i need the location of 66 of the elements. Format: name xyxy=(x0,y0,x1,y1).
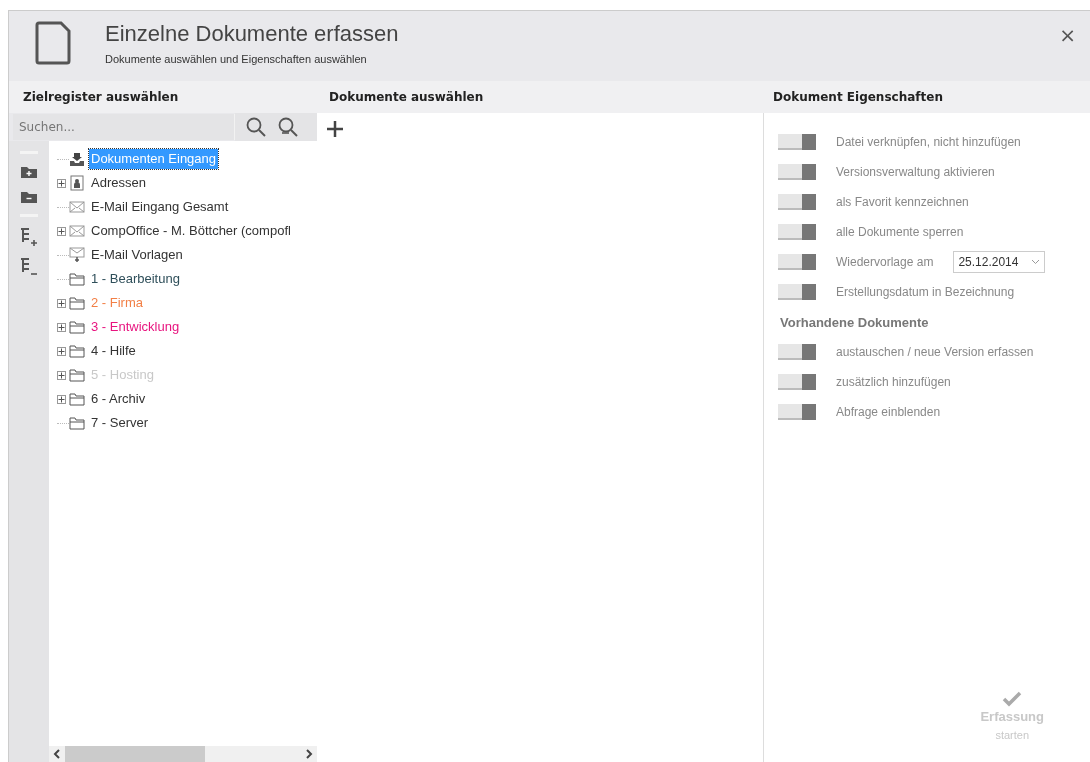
tree-collapse-icon[interactable] xyxy=(20,257,38,277)
toggle-switch[interactable] xyxy=(778,194,816,210)
envelope-icon xyxy=(69,223,85,239)
search-icon[interactable] xyxy=(245,116,267,138)
toggle-switch[interactable] xyxy=(778,134,816,150)
tree-expand-icon[interactable] xyxy=(20,227,38,247)
scrollbar-thumb[interactable] xyxy=(65,746,205,762)
section-heading: Vorhandene Dokumente xyxy=(780,314,930,332)
option-label: Datei verknüpfen, nicht hinzufügen xyxy=(836,134,1021,151)
panel-heading: Dokument Eigenschaften xyxy=(773,90,943,104)
toggle-switch[interactable] xyxy=(778,164,816,180)
tree-item[interactable]: E-Mail Eingang Gesamt xyxy=(89,197,231,217)
toggle-switch[interactable] xyxy=(778,373,816,390)
envelope-icon xyxy=(69,199,85,215)
search-clear-icon[interactable] xyxy=(277,116,299,138)
folder-icon xyxy=(69,319,85,335)
tree-item[interactable]: Adressen xyxy=(89,173,148,193)
panel-heading: Dokumente auswählen xyxy=(329,90,484,104)
folder-icon xyxy=(69,391,85,407)
close-button[interactable]: × xyxy=(1045,25,1090,45)
add-icon[interactable] xyxy=(325,119,345,139)
folder-icon xyxy=(69,295,85,311)
option-label: Wiedervorlage am xyxy=(836,254,934,271)
document-icon xyxy=(35,21,71,65)
tree-item[interactable]: 3 - Entwicklung xyxy=(89,317,182,337)
option-label: als Favorit kennzeichnen xyxy=(836,194,969,211)
folder-icon xyxy=(69,367,85,383)
tree-item[interactable]: 7 - Server xyxy=(89,413,151,433)
search-field[interactable]: Suchen... xyxy=(13,114,235,140)
option-label: zusätzlich hinzufügen xyxy=(836,373,951,391)
contact-card-icon xyxy=(69,175,85,191)
toggle-switch[interactable] xyxy=(778,284,816,300)
checkmark-icon xyxy=(1002,691,1023,707)
tree-item[interactable]: E-Mail Vorlagen xyxy=(89,245,185,265)
tray-icon xyxy=(69,151,85,167)
dropdown-caret-icon xyxy=(1031,259,1041,265)
tree-item[interactable]: 1 - Bearbeitung xyxy=(89,269,182,289)
option-label: austauschen / neue Version erfassen xyxy=(836,343,1034,361)
window-title: Einzelne Dokumente erfassen xyxy=(105,21,399,48)
folder-icon xyxy=(69,415,85,431)
option-label: alle Dokumente sperren xyxy=(836,224,964,241)
expand-toggle[interactable] xyxy=(57,178,66,188)
folder-icon xyxy=(69,271,85,287)
toggle-switch[interactable] xyxy=(778,343,816,360)
expand-toggle[interactable] xyxy=(57,298,66,308)
folder-icon xyxy=(69,343,85,359)
envelope-pin-icon xyxy=(69,247,85,263)
expand-toggle[interactable] xyxy=(57,226,66,236)
folder-remove-icon[interactable] xyxy=(20,189,38,204)
option-label: Abfrage einblenden xyxy=(836,403,941,421)
expand-toggle[interactable] xyxy=(57,394,66,404)
expand-toggle[interactable] xyxy=(57,346,66,356)
expand-toggle[interactable] xyxy=(57,370,66,380)
tree-item[interactable]: 6 - Archiv xyxy=(89,389,148,409)
option-label: Erstellungsdatum in Bezeichnung xyxy=(836,284,1015,301)
folder-add-icon[interactable] xyxy=(20,164,38,179)
tree-item[interactable]: 4 - Hilfe xyxy=(89,341,138,361)
window-subtitle: Dokumente auswählen und Eigenschaften auswählen xyxy=(105,52,368,68)
panel-heading: Zielregister auswählen xyxy=(23,90,179,104)
toggle-switch[interactable] xyxy=(778,403,816,420)
expand-toggle[interactable] xyxy=(57,322,66,332)
toggle-switch[interactable] xyxy=(778,254,816,270)
tree-item[interactable]: CompOffice - M. Böttcher (compofl xyxy=(89,221,293,241)
option-label: Versionsverwaltung aktivieren xyxy=(836,164,995,181)
toggle-switch[interactable] xyxy=(778,224,816,240)
date-field[interactable]: 25.12.2014 xyxy=(953,251,1046,273)
